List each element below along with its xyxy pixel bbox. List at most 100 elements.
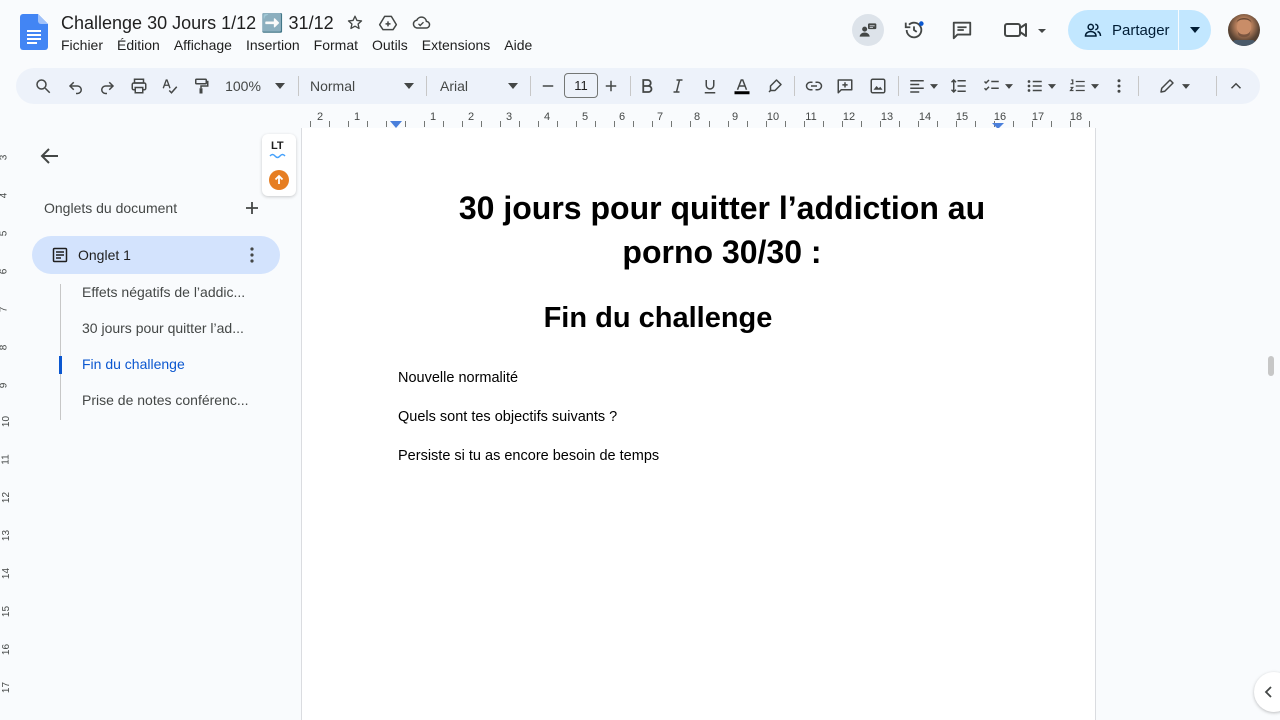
- document-heading-2[interactable]: Fin du challenge: [402, 302, 914, 335]
- ruler-label: 12: [1, 491, 13, 504]
- show-side-panel-button[interactable]: [1254, 672, 1280, 712]
- languagetool-widget[interactable]: LT: [262, 134, 296, 196]
- version-history-icon[interactable]: [898, 14, 930, 46]
- font-select[interactable]: Arial: [440, 72, 520, 100]
- chevron-down-icon: [274, 83, 285, 89]
- heading-1-line-1: 30 jours pour quitter l’addiction au: [458, 190, 986, 226]
- toolbar-divider: [530, 76, 531, 96]
- print-icon[interactable]: [126, 72, 152, 100]
- tabs-heading: Onglets du document: [44, 200, 178, 216]
- hide-menus-chevron-up-icon[interactable]: [1224, 72, 1248, 100]
- redo-icon[interactable]: [94, 72, 120, 100]
- highlight-color-icon[interactable]: [762, 72, 788, 100]
- share-button[interactable]: Partager: [1068, 10, 1211, 50]
- spellcheck-icon[interactable]: [157, 72, 183, 100]
- outline-item[interactable]: 30 jours pour quitter l’ad...: [82, 320, 260, 336]
- share-main-button[interactable]: Partager: [1068, 10, 1178, 50]
- add-comment-icon[interactable]: [832, 72, 858, 100]
- numbered-list-select[interactable]: [1064, 72, 1104, 100]
- italic-icon[interactable]: [665, 72, 691, 100]
- share-label: Partager: [1112, 21, 1170, 39]
- live-collaborators-icon[interactable]: [852, 14, 884, 46]
- languagetool-label: LT: [271, 140, 284, 152]
- ruler-label: 15: [1, 605, 13, 618]
- chevron-down-icon: [1091, 83, 1099, 89]
- zoom-value: 100%: [225, 78, 261, 94]
- paragraph-style-select[interactable]: Normal: [310, 72, 416, 100]
- document-tab-icon: [52, 247, 68, 263]
- tab-label: Onglet 1: [78, 247, 131, 263]
- avatar[interactable]: [1228, 14, 1260, 46]
- left-indent-marker[interactable]: [390, 121, 402, 128]
- document-paragraph[interactable]: Persiste si tu as encore besoin de temps: [398, 448, 659, 464]
- document-page[interactable]: 30 jours pour quitter l’addiction au por…: [301, 128, 1096, 720]
- comments-icon[interactable]: [946, 14, 978, 46]
- menu-aide[interactable]: Aide: [497, 35, 539, 55]
- toolbar-divider: [298, 76, 299, 96]
- insert-link-icon[interactable]: [801, 72, 827, 100]
- menu-format[interactable]: Format: [307, 35, 365, 55]
- decrease-font-size-icon[interactable]: [536, 72, 560, 100]
- app-header: Challenge 30 Jours 1/12 ➡️ 31/12 Fichier…: [0, 0, 1280, 64]
- font-value: Arial: [440, 78, 469, 94]
- meet-video-icon[interactable]: [1000, 14, 1050, 46]
- menu-extensions[interactable]: Extensions: [415, 35, 497, 55]
- paint-format-icon[interactable]: [188, 72, 214, 100]
- document-paragraph[interactable]: Quels sont tes objectifs suivants ?: [398, 409, 617, 425]
- tab-options-icon[interactable]: [242, 245, 262, 265]
- chevron-down-icon: [1005, 83, 1013, 89]
- document-title[interactable]: Challenge 30 Jours 1/12 ➡️ 31/12: [61, 13, 334, 34]
- line-spacing-icon[interactable]: [946, 72, 972, 100]
- insert-image-icon[interactable]: [865, 72, 891, 100]
- ruler-label: 16: [1, 643, 13, 656]
- outline-item[interactable]: Prise de notes conférenc...: [82, 392, 260, 408]
- ruler-label: 11: [0, 454, 12, 465]
- menu-bar: Fichier Édition Affichage Insertion Form…: [54, 35, 539, 55]
- bulleted-list-select[interactable]: [1021, 72, 1061, 100]
- undo-icon[interactable]: [63, 72, 89, 100]
- menu-outils[interactable]: Outils: [365, 35, 415, 55]
- document-heading-1[interactable]: 30 jours pour quitter l’addiction au por…: [402, 186, 1042, 274]
- menu-fichier[interactable]: Fichier: [54, 35, 110, 55]
- ruler-label: 8: [0, 345, 9, 351]
- move-to-drive-icon[interactable]: [376, 11, 400, 35]
- add-tab-icon[interactable]: [242, 198, 262, 218]
- back-arrow-icon[interactable]: [38, 144, 62, 168]
- chevron-down-icon: [930, 83, 938, 89]
- chevron-down-icon: [508, 83, 518, 89]
- underline-icon[interactable]: [697, 72, 723, 100]
- align-select[interactable]: [904, 72, 942, 100]
- outline-item[interactable]: Effets négatifs de l’addic...: [82, 284, 260, 300]
- paragraph-style-value: Normal: [310, 78, 356, 94]
- search-menus-icon[interactable]: [30, 72, 56, 100]
- ruler-label: 4: [0, 193, 9, 199]
- ruler-label: 3: [0, 155, 9, 161]
- docs-logo-icon[interactable]: [20, 14, 48, 50]
- scrollbar-thumb[interactable]: [1268, 356, 1274, 376]
- star-icon[interactable]: [343, 11, 367, 35]
- checklist-select[interactable]: [978, 72, 1018, 100]
- upgrade-arrow-icon[interactable]: [269, 170, 289, 190]
- menu-affichage[interactable]: Affichage: [167, 35, 239, 55]
- outline-item-active[interactable]: Fin du challenge: [82, 356, 260, 372]
- ruler-label: 6: [0, 269, 9, 275]
- menu-insertion[interactable]: Insertion: [239, 35, 307, 55]
- outline-active-indicator: [59, 356, 62, 374]
- languagetool-icon[interactable]: LT: [269, 140, 289, 159]
- bold-icon[interactable]: [634, 72, 660, 100]
- share-dropdown-icon[interactable]: [1179, 10, 1211, 50]
- ruler-label: 17: [1, 681, 13, 694]
- cloud-saved-icon[interactable]: [409, 11, 433, 35]
- menu-edition[interactable]: Édition: [110, 35, 167, 55]
- more-options-icon[interactable]: [1108, 72, 1130, 100]
- increase-font-size-icon[interactable]: [599, 72, 623, 100]
- text-color-icon[interactable]: [728, 72, 756, 100]
- tab-onglet-1[interactable]: Onglet 1: [32, 236, 280, 274]
- editing-mode-select[interactable]: [1154, 72, 1194, 100]
- formatting-toolbar: 100% Normal Arial 11: [16, 68, 1260, 104]
- zoom-select[interactable]: 100%: [222, 72, 288, 100]
- outline-line: [60, 284, 61, 420]
- ruler-label: 13: [1, 529, 13, 542]
- font-size-input[interactable]: 11: [564, 73, 598, 98]
- document-paragraph[interactable]: Nouvelle normalité: [398, 370, 518, 386]
